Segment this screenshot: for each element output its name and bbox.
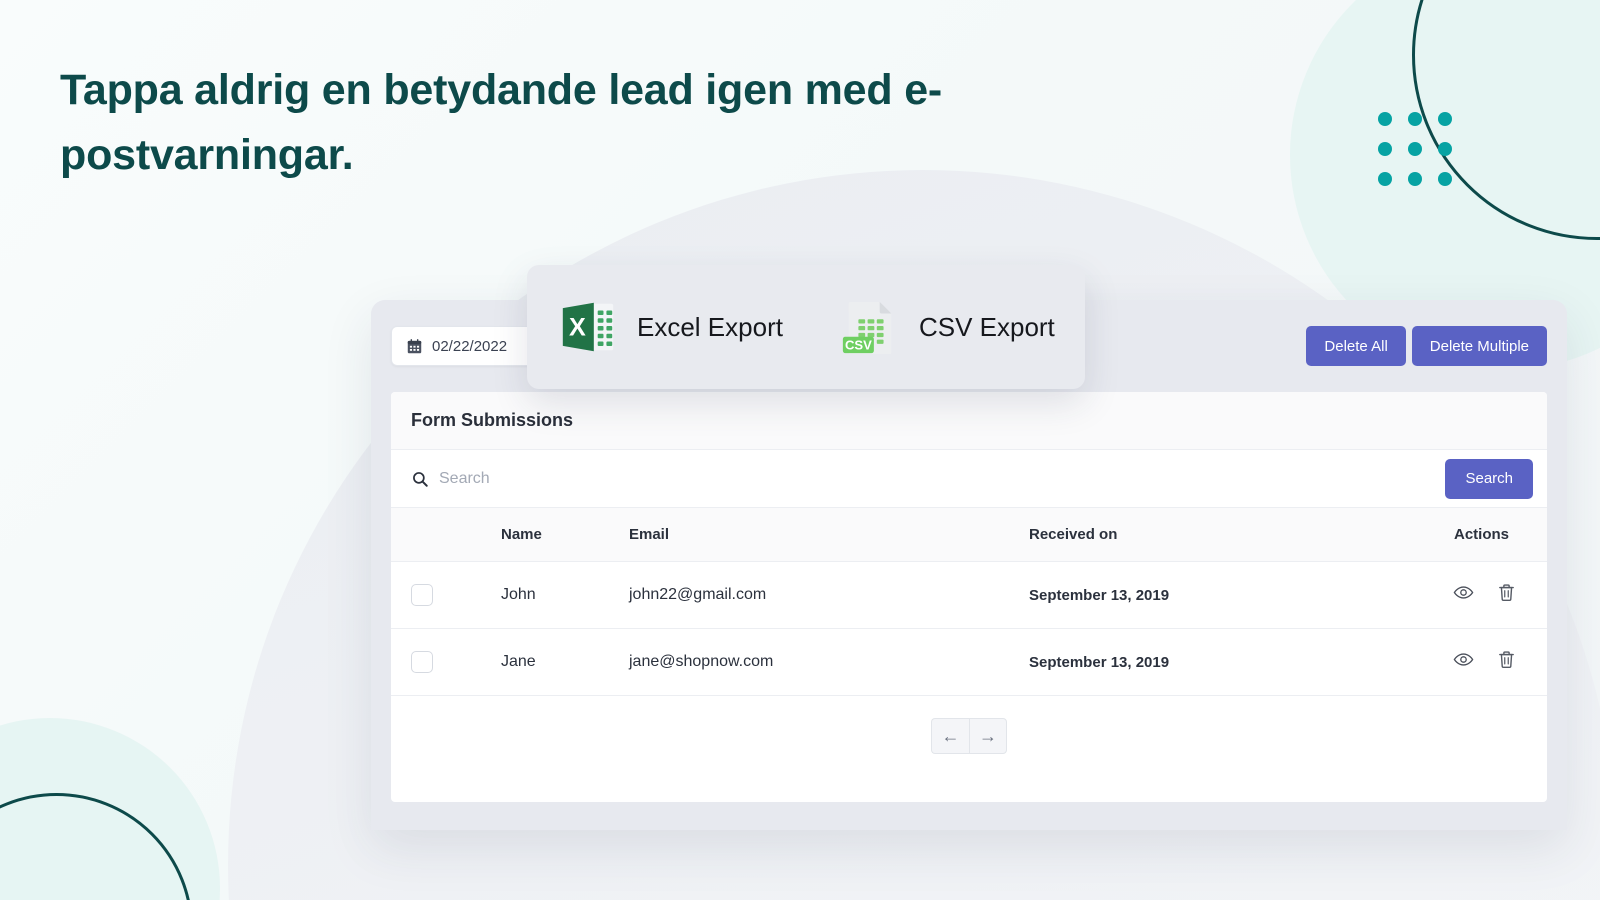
table-header-row: Name Email Received on Actions bbox=[391, 508, 1547, 562]
eye-icon[interactable] bbox=[1453, 582, 1474, 603]
column-header-email: Email bbox=[629, 508, 1029, 562]
excel-export-label: Excel Export bbox=[637, 311, 783, 342]
csv-export-label: CSV Export bbox=[918, 311, 1055, 342]
row-actions bbox=[1379, 628, 1547, 696]
trash-icon[interactable] bbox=[1496, 649, 1517, 670]
form-submissions-card: Form Submissions Search Name Email Recei… bbox=[391, 392, 1547, 802]
date-filter-value: 02/22/2022 bbox=[432, 337, 508, 355]
delete-all-button[interactable]: Delete All bbox=[1306, 326, 1406, 366]
delete-multiple-button[interactable]: Delete Multiple bbox=[1411, 326, 1547, 366]
row-select-cell bbox=[391, 628, 501, 696]
search-icon bbox=[413, 471, 428, 487]
column-header-actions: Actions bbox=[1379, 508, 1547, 562]
column-header-name: Name bbox=[501, 508, 629, 562]
row-received-on: September 13, 2019 bbox=[1029, 628, 1379, 696]
search-input[interactable] bbox=[439, 469, 1436, 488]
search-button[interactable]: Search bbox=[1445, 458, 1533, 499]
row-checkbox[interactable] bbox=[411, 651, 433, 673]
row-select-cell bbox=[391, 561, 501, 629]
row-email: john22@gmail.com bbox=[629, 561, 1029, 629]
table-body: John john22@gmail.com September 13, 2019 bbox=[391, 561, 1547, 696]
pagination: ← → bbox=[391, 696, 1547, 754]
card-header: Form Submissions bbox=[391, 392, 1547, 450]
dot-grid-icon bbox=[1378, 112, 1452, 186]
excel-file-icon: X bbox=[562, 302, 614, 352]
svg-text:X: X bbox=[569, 314, 586, 342]
toolbar-actions: Delete All Delete Multiple bbox=[1306, 326, 1547, 366]
pagination-next-button[interactable]: → bbox=[969, 718, 1007, 754]
table-row: Jane jane@shopnow.com September 13, 2019 bbox=[391, 628, 1547, 696]
trash-icon[interactable] bbox=[1496, 582, 1517, 603]
eye-icon[interactable] bbox=[1453, 649, 1474, 670]
excel-export-option[interactable]: X Excel Export bbox=[557, 296, 783, 358]
row-name: Jane bbox=[501, 628, 629, 696]
column-header-received-on: Received on bbox=[1029, 508, 1379, 562]
export-options-popup: X Excel Export CSV CSV Export bbox=[527, 265, 1085, 389]
search-bar: Search bbox=[391, 450, 1547, 508]
csv-badge-text: CSV bbox=[845, 337, 872, 352]
csv-file-icon: CSV bbox=[842, 301, 892, 355]
pagination-prev-button[interactable]: ← bbox=[931, 718, 969, 754]
table-row: John john22@gmail.com September 13, 2019 bbox=[391, 561, 1547, 629]
calendar-icon bbox=[407, 338, 422, 353]
row-name: John bbox=[501, 561, 629, 629]
card-title: Form Submissions bbox=[411, 410, 574, 430]
row-email: jane@shopnow.com bbox=[629, 628, 1029, 696]
submissions-table: Name Email Received on Actions John john… bbox=[391, 508, 1547, 696]
page-title: Tappa aldrig en betydande lead igen med … bbox=[60, 66, 943, 180]
column-header-select bbox=[391, 508, 501, 562]
row-actions bbox=[1379, 561, 1547, 629]
table-header: Name Email Received on Actions bbox=[391, 508, 1547, 562]
csv-export-option[interactable]: CSV CSV Export bbox=[839, 296, 1055, 358]
row-received-on: September 13, 2019 bbox=[1029, 561, 1379, 629]
row-checkbox[interactable] bbox=[411, 584, 433, 606]
